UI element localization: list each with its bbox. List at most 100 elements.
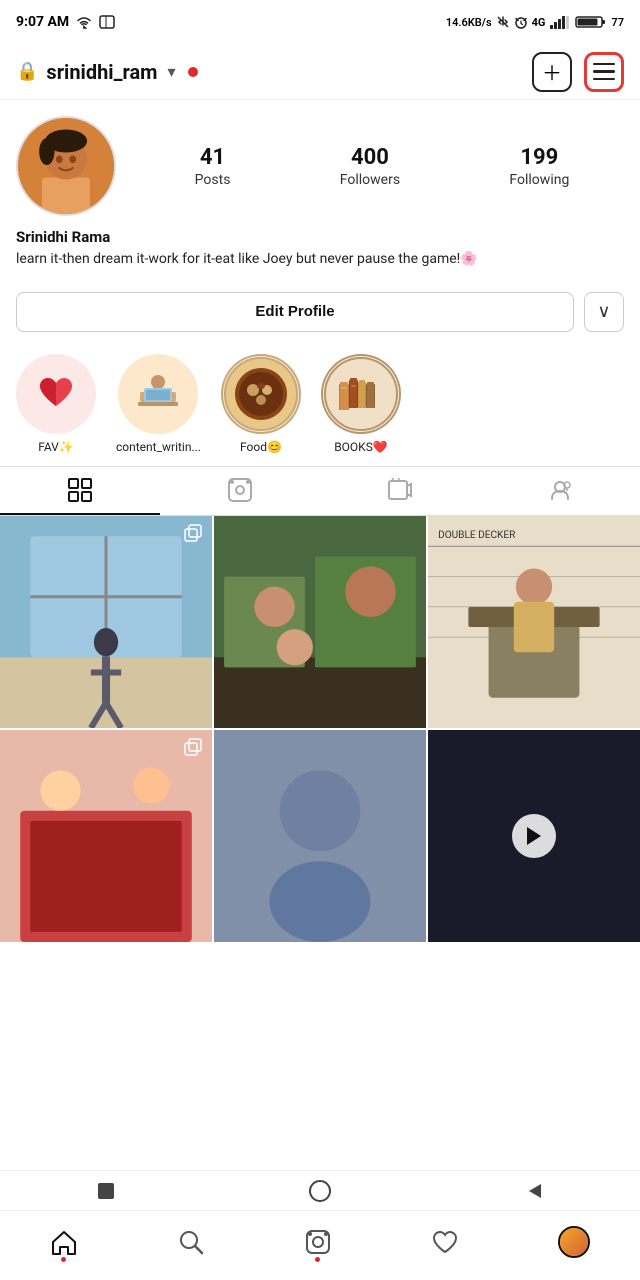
followers-label: Followers xyxy=(340,172,400,188)
android-home-button[interactable] xyxy=(308,1179,332,1203)
tablet-icon xyxy=(99,15,115,29)
multi-photo-icon-4 xyxy=(184,738,204,758)
highlight-fav[interactable]: FAV✨ xyxy=(16,354,96,454)
status-time: 9:07 AM xyxy=(16,14,69,30)
profile-avatar[interactable] xyxy=(16,116,116,216)
reels-tab-icon xyxy=(227,477,253,503)
highlight-fav-circle xyxy=(16,354,96,434)
status-right: 14.6KB/s 4G 77 xyxy=(446,15,624,29)
notification-dot xyxy=(188,67,198,77)
battery-icon xyxy=(575,15,607,29)
grid-tab-icon xyxy=(67,477,93,503)
highlight-fav-label: FAV✨ xyxy=(38,440,74,454)
highlight-books-label: BOOKS❤️ xyxy=(334,440,388,454)
highlight-books[interactable]: BOOKS❤️ xyxy=(321,354,401,454)
video-play-button[interactable] xyxy=(512,814,556,858)
highlight-food[interactable]: Food😊 xyxy=(221,354,301,454)
profile-bio: learn it-then dream it-work for it-eat l… xyxy=(16,250,624,270)
posts-stat[interactable]: 41 Posts xyxy=(195,145,231,188)
android-nav xyxy=(0,1170,640,1210)
following-stat[interactable]: 199 Following xyxy=(509,145,569,188)
grid-photo-2-svg xyxy=(214,516,426,728)
tab-igtv[interactable] xyxy=(320,467,480,515)
android-back-button[interactable] xyxy=(523,1180,545,1202)
signal-icon xyxy=(549,15,571,29)
svg-text:DOUBLE DECKER: DOUBLE DECKER xyxy=(438,530,516,541)
add-post-button[interactable]: ＋ xyxy=(532,52,572,92)
username-area: 🔒 srinidhi_ram ▾ xyxy=(16,60,198,84)
back-triangle-icon xyxy=(523,1180,545,1202)
highlight-work-label: content_writin... xyxy=(116,440,201,454)
play-triangle-icon xyxy=(525,826,543,846)
hamburger-icon xyxy=(593,63,615,81)
highlight-food-circle xyxy=(221,354,301,434)
android-recents-button[interactable] xyxy=(95,1180,117,1202)
chevron-down-icon: ∨ xyxy=(597,301,610,322)
chevron-down-icon[interactable]: ▾ xyxy=(168,62,176,81)
home-nav-dot xyxy=(61,1257,66,1262)
home-icon xyxy=(50,1228,78,1256)
highlight-work[interactable]: content_writin... xyxy=(116,354,201,454)
top-nav: 🔒 srinidhi_ram ▾ ＋ xyxy=(0,44,640,100)
grid-item-6[interactable] xyxy=(428,730,640,942)
nav-activity[interactable] xyxy=(419,1224,471,1260)
tagged-tab-icon xyxy=(547,477,573,503)
reels-nav-icon xyxy=(304,1228,332,1256)
grid-photo-1-svg xyxy=(0,516,212,728)
highlight-work-circle xyxy=(118,354,198,434)
profile-full-name: Srinidhi Rama xyxy=(16,228,624,246)
bio-section: Srinidhi Rama learn it-then dream it-wor… xyxy=(16,228,624,270)
profile-section: 41 Posts 400 Followers 199 Following Sri… xyxy=(0,100,640,278)
recents-square-icon xyxy=(95,1180,117,1202)
nav-profile-avatar[interactable] xyxy=(558,1226,590,1258)
posts-count: 41 xyxy=(200,145,225,170)
tab-tagged[interactable] xyxy=(480,467,640,515)
grid-photo-3-svg: DOUBLE DECKER xyxy=(428,516,640,728)
edit-profile-button[interactable]: Edit Profile xyxy=(16,292,574,332)
status-bar: 9:07 AM 14.6KB/s 4G xyxy=(0,0,640,44)
network-speed: 14.6KB/s xyxy=(446,16,492,29)
following-count: 199 xyxy=(520,145,558,170)
posts-label: Posts xyxy=(195,172,231,188)
search-icon xyxy=(177,1228,205,1256)
nav-profile[interactable] xyxy=(546,1222,602,1262)
followers-stat[interactable]: 400 Followers xyxy=(340,145,400,188)
highlight-food-label: Food😊 xyxy=(240,440,282,454)
bottom-nav xyxy=(0,1210,640,1280)
nav-profile-avatar-img xyxy=(560,1228,588,1256)
multi-photo-icon xyxy=(184,524,204,544)
grid-photo-4-svg xyxy=(0,730,212,942)
nav-reels[interactable] xyxy=(292,1224,344,1260)
tab-reels[interactable] xyxy=(160,467,320,515)
profile-options-dropdown[interactable]: ∨ xyxy=(584,292,624,332)
status-left: 9:07 AM xyxy=(16,14,115,30)
silent-icon xyxy=(496,15,510,29)
add-icon: ＋ xyxy=(542,57,562,86)
followers-count: 400 xyxy=(351,145,389,170)
grid-item-4[interactable] xyxy=(0,730,212,942)
username-text[interactable]: srinidhi_ram xyxy=(46,60,157,84)
grid-item-1[interactable] xyxy=(0,516,212,728)
heart-icon xyxy=(431,1228,459,1256)
wifi-icon xyxy=(75,15,93,29)
work-svg xyxy=(128,364,188,424)
battery-percent: 77 xyxy=(611,16,624,29)
home-circle-icon xyxy=(308,1179,332,1203)
menu-button[interactable] xyxy=(584,52,624,92)
tab-grid[interactable] xyxy=(0,467,160,515)
books-svg xyxy=(323,356,399,432)
fav-heart-svg xyxy=(26,364,86,424)
grid-item-3[interactable]: DOUBLE DECKER xyxy=(428,516,640,728)
following-label: Following xyxy=(509,172,569,188)
network-type: 4G xyxy=(532,16,546,29)
reels-nav-dot xyxy=(315,1257,320,1262)
nav-home[interactable] xyxy=(38,1224,90,1260)
grid-item-5[interactable] xyxy=(214,730,426,942)
grid-item-2[interactable] xyxy=(214,516,426,728)
avatar-svg xyxy=(18,118,114,214)
highlights-section: FAV✨ content_writin... xyxy=(0,346,640,466)
nav-search[interactable] xyxy=(165,1224,217,1260)
photo-grid: DOUBLE DECKER xyxy=(0,516,640,942)
content-tabs xyxy=(0,466,640,516)
highlight-books-circle xyxy=(321,354,401,434)
